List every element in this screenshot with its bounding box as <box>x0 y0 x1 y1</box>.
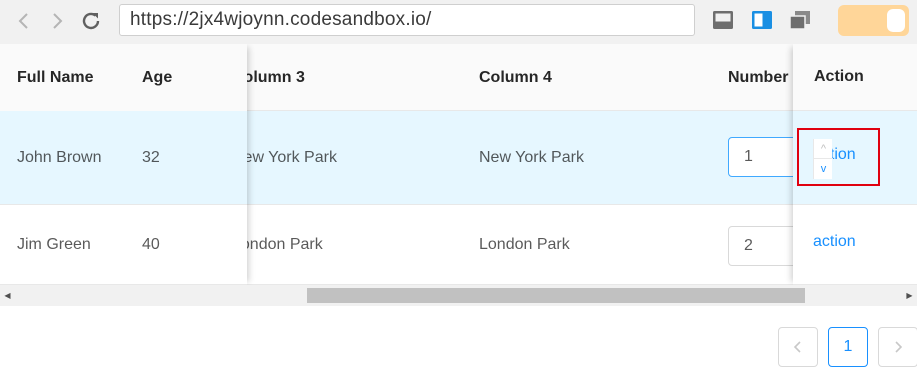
cell-column3: New York Park <box>232 148 337 166</box>
column-header-column4: Column 4 <box>479 68 552 86</box>
pagination-prev-button[interactable] <box>778 327 818 367</box>
number-input[interactable]: 1 <box>728 137 798 177</box>
number-input[interactable]: 2 <box>728 226 798 266</box>
pagination-page-button[interactable]: 1 <box>828 327 868 367</box>
scroll-left-icon[interactable]: ◀ <box>0 285 15 306</box>
horizontal-scrollbar[interactable]: ◀ ▶ <box>0 285 917 306</box>
fixed-left-header: Full Name Age <box>0 44 247 111</box>
cell-column4: New York Park <box>479 148 584 166</box>
pagination-next-button[interactable] <box>878 327 917 367</box>
address-bar[interactable]: https://2jx4wjoynn.codesandbox.io/ <box>119 4 695 36</box>
column-header-age-label: Age <box>142 68 173 86</box>
column-header-action: Action <box>793 44 917 111</box>
popout-window-icon[interactable] <box>789 9 811 31</box>
cell-column4: London Park <box>479 235 570 253</box>
dock-side-icon[interactable] <box>751 9 773 31</box>
browser-toolbar: https://2jx4wjoynn.codesandbox.io/ <box>0 0 917 44</box>
action-cell: action <box>793 205 917 285</box>
theme-toggle[interactable] <box>838 5 909 36</box>
forward-arrow-icon[interactable] <box>46 10 68 32</box>
action-link[interactable]: action <box>813 233 856 251</box>
column-header-number: Number <box>728 68 789 86</box>
highlight-annotation <box>797 128 880 186</box>
cell-age: 40 <box>142 235 160 253</box>
data-table: Full Name Age Full Name Age Column 3 Col… <box>0 44 917 285</box>
fixed-left-cells: Jim Green 40 <box>0 205 247 284</box>
table-header: Full Name Age Full Name Age Column 3 Col… <box>0 44 917 111</box>
table-row[interactable]: London Park London Park 2 Jim Green 40 <box>0 205 917 285</box>
column-header-full-name-label: Full Name <box>17 68 94 86</box>
back-arrow-icon[interactable] <box>13 10 35 32</box>
cell-age: 32 <box>142 148 160 166</box>
reload-icon[interactable] <box>80 10 102 32</box>
number-input-value: 2 <box>744 237 753 254</box>
dock-bottom-icon[interactable] <box>712 9 734 31</box>
cell-full-name: John Brown <box>17 148 102 166</box>
pagination-page-label: 1 <box>843 338 853 355</box>
number-input-value: 1 <box>744 148 753 165</box>
table-row[interactable]: New York Park New York Park 1 John Brown… <box>0 111 917 205</box>
scrollbar-thumb[interactable] <box>307 288 805 303</box>
fixed-left-cells: John Brown 32 <box>0 111 247 204</box>
scroll-right-icon[interactable]: ▶ <box>902 285 917 306</box>
toggle-knob <box>887 9 905 32</box>
url-text: https://2jx4wjoynn.codesandbox.io/ <box>130 9 432 30</box>
cell-full-name: Jim Green <box>17 235 91 253</box>
